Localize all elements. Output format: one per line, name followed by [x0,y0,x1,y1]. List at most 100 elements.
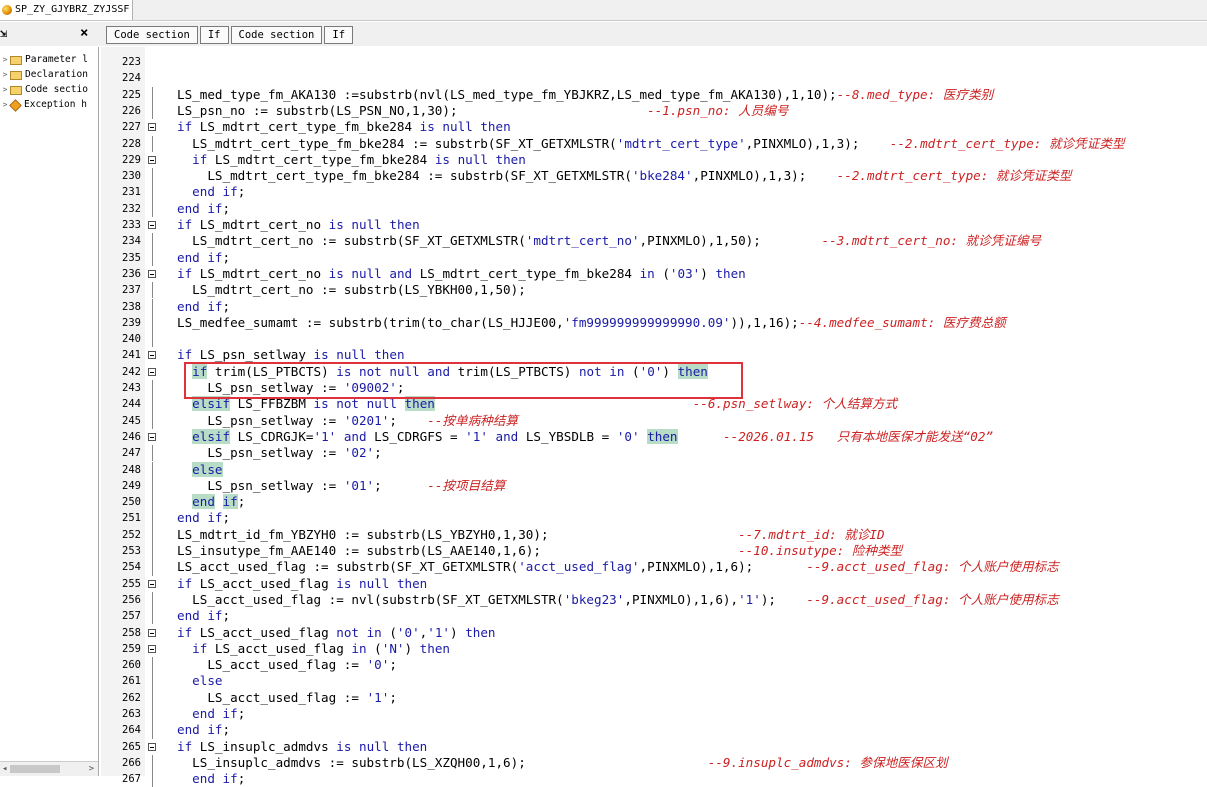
code-line[interactable]: LS_acct_used_flag := '1'; [177,690,397,706]
line-number: 257 [122,610,141,623]
code-line[interactable]: LS_acct_used_flag := substrb(SF_XT_GETXM… [177,559,1059,575]
code-line[interactable]: if LS_mdtrt_cert_no is null then [177,217,420,233]
code-line[interactable]: LS_med_type_fm_AKA130 :=substrb(nvl(LS_m… [177,87,993,103]
tree-item-code-section[interactable]: > Code sectio [0,83,88,97]
fold-guide [152,86,153,103]
breadcrumb-button[interactable]: Code section [106,26,198,44]
tree-item-declarations[interactable]: > Declaration [0,68,88,82]
code-line[interactable]: LS_mdtrt_cert_type_fm_bke284 := substrb(… [177,168,1071,184]
code-line[interactable]: LS_acct_used_flag := nvl(substrb(SF_XT_G… [177,592,1059,608]
document-tab[interactable]: SP_ZY_GJYBRZ_ZYJSSF [0,0,133,20]
code-comment: --2.mdtrt_cert_type: 就诊凭证类型 [889,135,1125,151]
folder-icon [10,85,22,95]
code-line[interactable]: end if; [177,722,230,738]
line-number: 265 [122,740,141,753]
code-line[interactable]: LS_insuplc_admdvs := substrb(LS_XZQH00,1… [177,755,947,771]
horizontal-scrollbar[interactable]: ◂ > [0,761,98,776]
code-line[interactable]: elsif LS_CDRGJK='1' and LS_CDRGFS = '1' … [177,428,993,445]
tab-title: SP_ZY_GJYBRZ_ZYJSSF [15,4,130,15]
fold-guide [152,559,153,576]
code-line[interactable]: end if; [177,184,245,200]
expand-arrow-icon[interactable]: > [0,53,10,67]
code-line[interactable]: end if; [177,608,230,624]
line-number: 235 [122,251,141,264]
line-number: 225 [122,88,141,101]
code-comment: --8.med_type: 医疗类别 [836,86,994,102]
code-line[interactable]: if LS_acct_used_flag in ('N') then [177,641,450,657]
code-line[interactable]: if LS_mdtrt_cert_type_fm_bke284 is null … [177,152,526,168]
line-number: 231 [122,186,141,199]
fold-guide [152,591,153,609]
scroll-thumb[interactable] [10,765,60,773]
line-number: 261 [122,675,141,688]
scroll-left-icon[interactable]: ◂ [2,762,7,776]
close-icon[interactable]: × [80,25,88,41]
line-number: 256 [122,593,141,606]
line-number: 259 [122,642,141,655]
code-line[interactable]: LS_psn_setlway := '0201'; --按单病种结算 [177,413,518,429]
code-line[interactable]: LS_mdtrt_cert_type_fm_bke284 := substrb(… [177,135,1125,152]
scroll-right-icon[interactable]: > [89,762,94,776]
code-line[interactable]: LS_psn_setlway := '01'; --按项目结算 [177,478,505,494]
code-line[interactable]: LS_mdtrt_cert_no := substrb(SF_XT_GETXML… [177,233,1041,249]
fold-toggle-icon[interactable] [148,367,156,376]
code-line[interactable]: end if; [177,299,230,315]
fold-guide [152,673,153,690]
fold-guide [152,331,153,348]
fold-toggle-icon[interactable] [148,123,156,132]
code-line[interactable]: if LS_mdtrt_cert_type_fm_bke284 is null … [177,119,511,135]
fold-toggle-icon[interactable] [148,432,156,441]
code-line[interactable]: if LS_insuplc_admdvs is null then [177,739,427,755]
tree-item-parameters[interactable]: > Parameter l [0,53,88,67]
fold-guide [152,380,153,397]
breadcrumb-buttons: Code section If Code section If [106,26,354,44]
code-line[interactable]: if LS_psn_setlway is null then [177,347,405,363]
code-line[interactable]: end if; [177,706,245,722]
expand-arrow-icon[interactable]: > [0,68,10,82]
breadcrumb-button[interactable]: Code section [230,26,323,44]
fold-toggle-icon[interactable] [148,221,156,229]
expand-arrow-icon[interactable]: > [0,83,10,97]
code-line[interactable]: if LS_mdtrt_cert_no is null and LS_mdtrt… [177,266,746,282]
breadcrumb-button[interactable]: If [199,26,229,44]
tree-item-exception-handler[interactable]: > Exception h [0,98,87,112]
code-line[interactable]: else [177,673,222,689]
code-line[interactable]: LS_mdtrt_cert_no := substrb(LS_YBKH00,1,… [177,282,526,298]
line-number: 232 [122,202,141,215]
code-line[interactable]: end if; [177,771,245,787]
code-comment: --9.acct_used_flag: 个人账户使用标志 [806,559,1059,575]
breadcrumb-button[interactable]: If [324,26,354,44]
fold-guide [152,657,153,674]
fold-toggle-icon[interactable] [148,155,156,164]
code-line[interactable]: LS_psn_setlway := '02'; [177,445,381,461]
fold-toggle-icon[interactable] [148,628,156,637]
code-line[interactable]: end if; [177,201,230,217]
fold-toggle-icon[interactable] [148,644,156,653]
code-line[interactable]: if LS_acct_used_flag is null then [177,576,427,592]
fold-guide [152,494,153,511]
code-line[interactable]: LS_insutype_fm_AAE140 := substrb(LS_AAE1… [177,543,902,559]
procedure-icon [2,5,12,15]
line-number: 242 [122,365,141,378]
line-number: 238 [122,300,141,313]
code-comment: --按项目结算 [427,477,506,493]
tree-toggle-icon[interactable]: ⇲ [0,26,7,40]
tree-item-label: Parameter l [25,54,88,65]
code-line[interactable]: LS_medfee_sumamt := substrb(trim(to_char… [177,315,1006,331]
code-line[interactable]: LS_mdtrt_id_fm_YBZYH0 := substrb(LS_YBZY… [177,527,885,543]
fold-guide [152,412,153,429]
line-number: 237 [122,284,141,297]
code-line[interactable]: if LS_acct_used_flag not in ('0','1') th… [177,625,496,641]
code-line[interactable]: else [177,461,223,478]
code-editor[interactable]: 223 224 225 LS_med_type_fm_AKA130 :=substrb… [101,47,1207,787]
line-number: 266 [122,756,141,769]
fold-toggle-icon[interactable] [148,742,156,751]
code-line[interactable]: end if; [177,250,230,266]
fold-toggle-icon[interactable] [148,579,156,588]
fold-toggle-icon[interactable] [148,351,156,360]
fold-toggle-icon[interactable] [148,269,156,278]
code-line[interactable]: end if; [177,510,230,526]
code-line[interactable]: LS_psn_no := substrb(LS_PSN_NO,1,30); --… [177,103,788,119]
code-line[interactable]: LS_acct_used_flag := '0'; [177,657,397,673]
code-line[interactable]: end if; [177,494,245,510]
